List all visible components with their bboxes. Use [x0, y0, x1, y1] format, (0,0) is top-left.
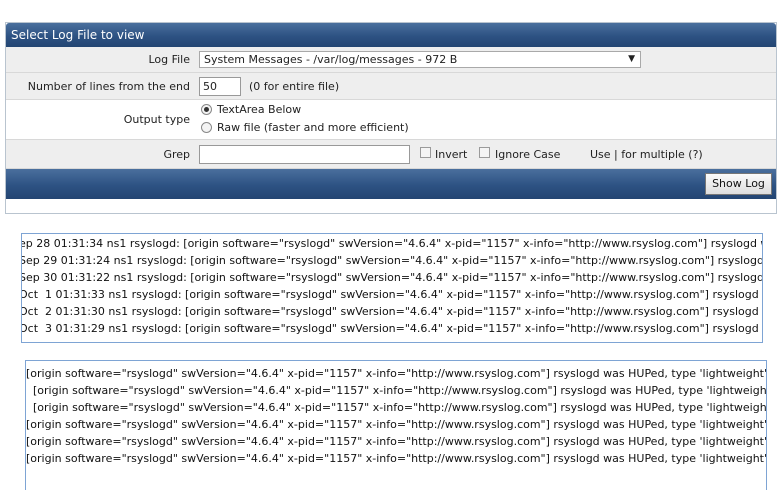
log-file-selected-value: System Messages - /var/log/messages - 97… — [204, 53, 458, 66]
output-option-textarea-label: TextArea Below — [217, 103, 302, 116]
radio-textarea[interactable] — [201, 104, 212, 115]
lines-value-cell: 50 (0 for entire file) — [198, 73, 776, 99]
panel-title: Select Log File to view — [6, 23, 776, 47]
message-line: [origin software="rsyslogd" swVersion="4… — [26, 367, 767, 380]
panel-footer: Show Log — [6, 169, 776, 199]
ignore-case-checkbox[interactable] — [479, 147, 490, 158]
grep-input[interactable] — [199, 145, 410, 164]
message-textarea[interactable]: [origin software="rsyslogd" swVersion="4… — [25, 360, 767, 490]
message-line: [origin software="rsyslogd" swVersion="4… — [26, 452, 767, 465]
message-line: [origin software="rsyslogd" swVersion="4… — [26, 435, 767, 448]
output-type-value-cell: TextArea Below Raw file (faster and more… — [198, 100, 776, 139]
log-line: Oct 3 01:31:29 ns1 rsyslogd: [origin sof… — [22, 322, 759, 335]
log-line: Sep 29 01:31:24 ns1 rsyslogd: [origin so… — [21, 254, 763, 267]
lines-hint: (0 for entire file) — [249, 80, 340, 93]
output-type-label: Output type — [123, 113, 190, 126]
log-textarea[interactable]: ep 28 01:31:34 ns1 rsyslogd: [origin sof… — [21, 233, 763, 343]
output-option-raw[interactable]: Raw file (faster and more efficient) — [201, 121, 409, 134]
log-line: Oct 1 01:31:33 ns1 rsyslogd: [origin sof… — [22, 288, 759, 301]
invert-label: Invert — [435, 148, 468, 161]
grep-row: Grep Invert Ignore Case Use | for multip… — [6, 140, 776, 169]
output-option-textarea[interactable]: TextArea Below — [201, 103, 301, 116]
show-log-button[interactable]: Show Log — [705, 173, 772, 195]
log-file-value-cell: System Messages - /var/log/messages - 97… — [198, 47, 776, 72]
grep-help-text: Use | for multiple (?) — [590, 148, 703, 161]
log-file-label: Log File — [148, 53, 190, 66]
lines-row: Number of lines from the end 50 (0 for e… — [6, 73, 776, 100]
ignore-case-label: Ignore Case — [495, 148, 561, 161]
output-type-row: Output type TextArea Below Raw file (fas… — [6, 100, 776, 140]
log-line: Sep 30 01:31:22 ns1 rsyslogd: [origin so… — [21, 271, 763, 284]
message-line: [origin software="rsyslogd" swVersion="4… — [26, 401, 767, 414]
log-line: Oct 2 01:31:30 ns1 rsyslogd: [origin sof… — [22, 305, 759, 318]
grep-value-cell: Invert Ignore Case Use | for multiple (?… — [198, 140, 776, 168]
grep-label: Grep — [163, 148, 190, 161]
invert-checkbox[interactable] — [420, 147, 431, 158]
dropdown-arrow-icon[interactable]: ▼ — [628, 52, 635, 67]
lines-label: Number of lines from the end — [27, 80, 190, 93]
radio-raw[interactable] — [201, 122, 212, 133]
message-line: [origin software="rsyslogd" swVersion="4… — [26, 418, 767, 431]
lines-input[interactable]: 50 — [199, 77, 241, 96]
log-viewer-panel: Select Log File to view Log File System … — [5, 22, 777, 214]
log-line: ep 28 01:31:34 ns1 rsyslogd: [origin sof… — [22, 237, 762, 250]
message-line: [origin software="rsyslogd" swVersion="4… — [26, 384, 767, 397]
output-option-raw-label: Raw file (faster and more efficient) — [217, 121, 409, 134]
log-file-select[interactable]: System Messages - /var/log/messages - 97… — [199, 51, 641, 68]
log-file-row: Log File System Messages - /var/log/mess… — [6, 47, 776, 73]
